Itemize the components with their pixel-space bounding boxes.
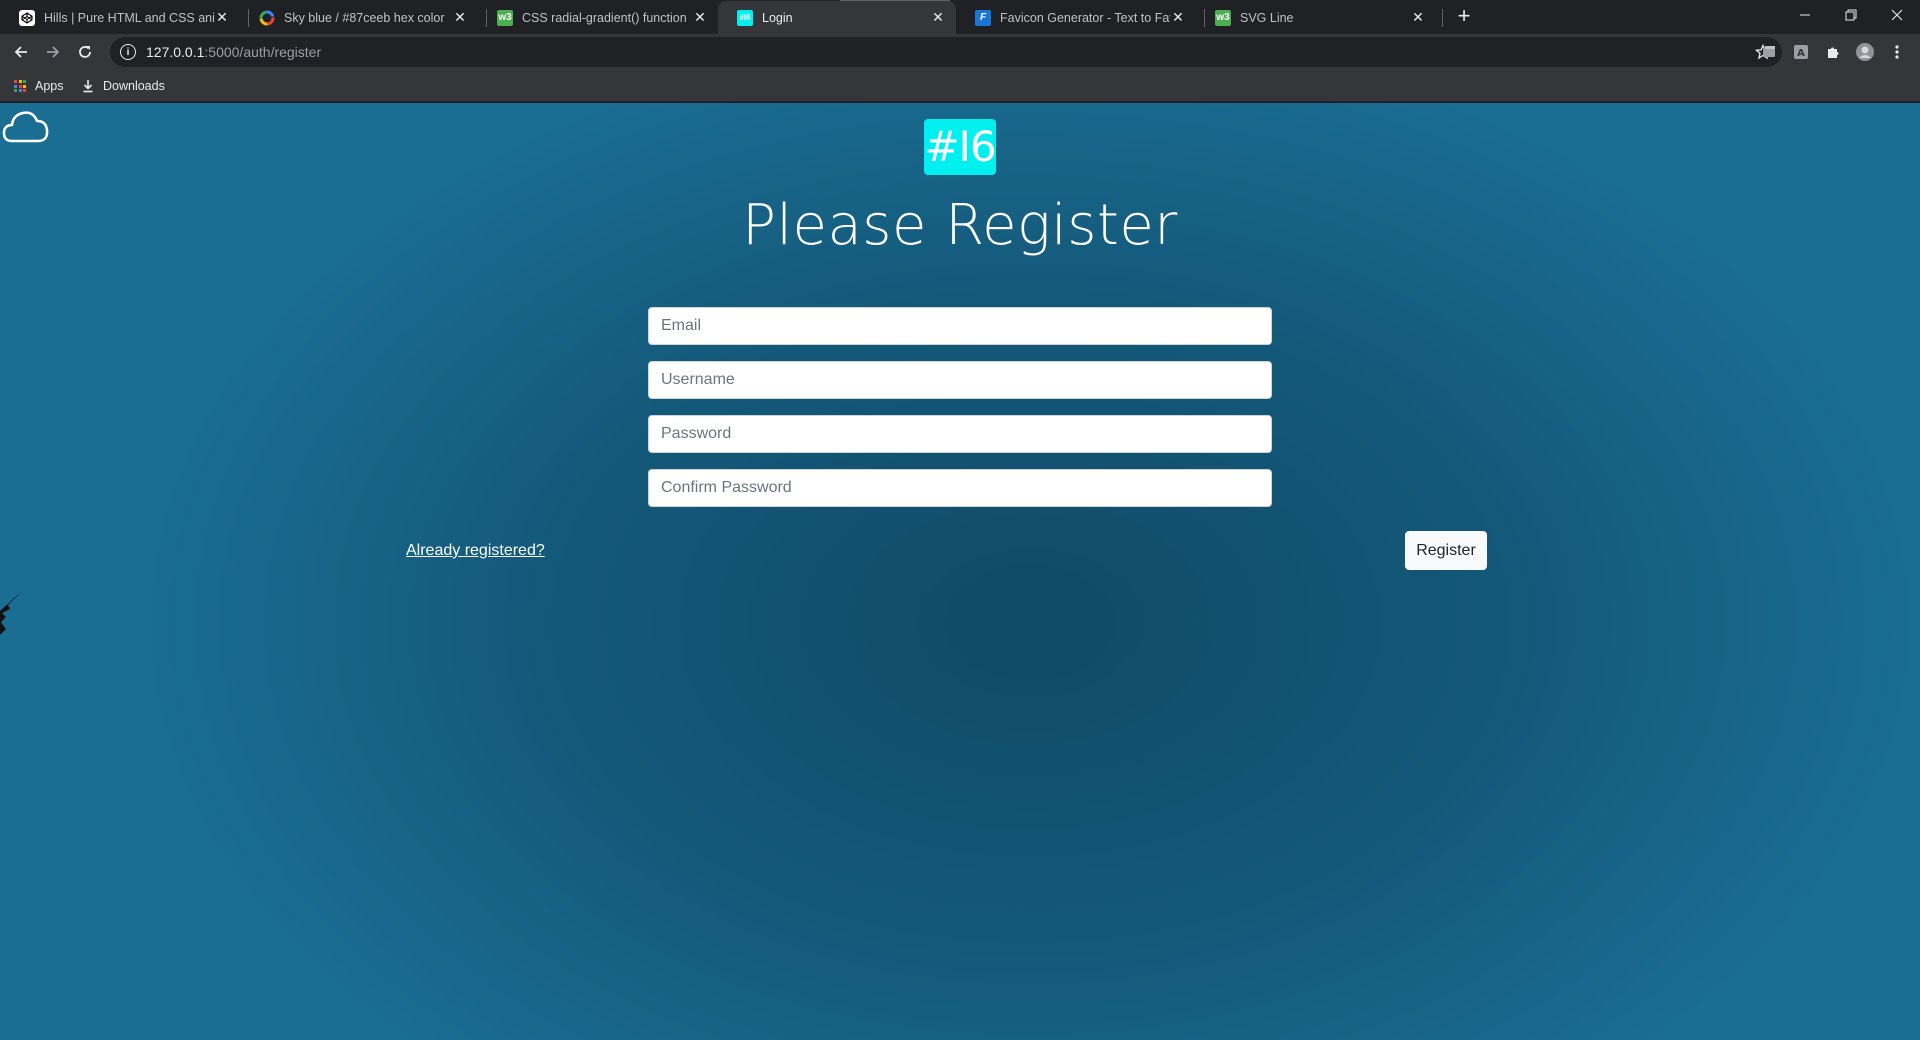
apps-grid-icon <box>14 80 26 92</box>
forward-arrow-icon <box>47 46 60 58</box>
forward-button[interactable] <box>39 38 67 66</box>
close-icon[interactable]: ✕ <box>692 9 708 26</box>
browser-menu-icon[interactable] <box>1886 41 1908 63</box>
cloud-icon <box>2 111 49 143</box>
already-registered-link[interactable]: Already registered? <box>406 542 545 560</box>
tab-separator <box>1442 9 1443 27</box>
tab-title: Login <box>762 10 793 25</box>
tab-title: SVG Line <box>1240 10 1294 25</box>
register-button[interactable]: Register <box>1405 531 1487 570</box>
extensions-puzzle-icon[interactable] <box>1822 41 1844 63</box>
tab-strip: Hills | Pure HTML and CSS anima ✕ Sky bl… <box>0 0 1920 34</box>
page-title: Please Register <box>742 193 1178 258</box>
close-icon[interactable]: ✕ <box>452 9 468 26</box>
reload-button[interactable] <box>71 38 99 66</box>
tab-title: Favicon Generator - Text to Favic <box>1000 10 1170 25</box>
tab-hills[interactable]: Hills | Pure HTML and CSS anima ✕ <box>0 1 240 34</box>
site-favicon: #I6 <box>737 9 753 26</box>
tab-favicon-generator[interactable]: F Favicon Generator - Text to Favic ✕ <box>956 1 1196 34</box>
bookmark-apps[interactable]: Apps <box>14 76 64 96</box>
bookmark-label: Apps <box>35 79 64 93</box>
colorhexa-icon <box>259 10 275 26</box>
browser-toolbar: i 127.0.0.1:5000/auth/register A <box>0 34 1920 70</box>
close-icon[interactable]: ✕ <box>930 9 946 26</box>
extension-translate-icon[interactable]: A <box>1790 41 1812 63</box>
tab-svg-line[interactable]: w3 SVG Line ✕ <box>1196 1 1436 34</box>
confirm-password-field[interactable] <box>648 469 1272 507</box>
minimize-icon <box>1800 14 1810 16</box>
w3schools-icon: w3 <box>1215 9 1231 26</box>
bookmark-downloads[interactable]: Downloads <box>82 76 165 96</box>
url-path: :5000/auth/register <box>204 44 322 60</box>
tab-title: Hills | Pure HTML and CSS anima <box>44 10 214 25</box>
close-icon[interactable]: ✕ <box>1410 9 1426 26</box>
tab-title: CSS radial-gradient() function <box>522 10 687 25</box>
extension-cast-icon[interactable] <box>1758 41 1780 63</box>
bookmarks-bar: Apps Downloads <box>0 70 1920 102</box>
back-button[interactable] <box>7 38 35 66</box>
tab-title: Sky blue / #87ceeb hex color <box>284 10 445 25</box>
password-field[interactable] <box>648 415 1272 453</box>
username-field[interactable] <box>648 361 1272 399</box>
close-icon <box>1891 9 1903 21</box>
bookmark-label: Downloads <box>103 79 165 93</box>
site-info-icon[interactable]: i <box>120 44 136 60</box>
new-tab-button[interactable]: + <box>1452 5 1476 28</box>
site-logo: #I6 <box>924 119 997 175</box>
tab-radial-gradient[interactable]: w3 CSS radial-gradient() function ✕ <box>478 1 718 34</box>
close-icon[interactable]: ✕ <box>1170 9 1186 26</box>
favicon-io-icon: F <box>975 9 991 26</box>
w3schools-icon: w3 <box>497 9 513 26</box>
url-host: 127.0.0.1 <box>146 44 205 60</box>
address-bar[interactable]: i 127.0.0.1:5000/auth/register <box>110 37 1782 67</box>
svg-text:A: A <box>1797 48 1805 59</box>
reload-icon <box>79 46 91 58</box>
restore-button[interactable] <box>1828 0 1874 30</box>
register-page: #I6 Please Register Already registered? … <box>0 103 1920 1040</box>
tab-login[interactable]: #I6 Login ✕ <box>718 1 956 34</box>
codepen-icon <box>19 9 35 26</box>
download-icon <box>83 80 93 93</box>
back-arrow-icon <box>14 46 27 58</box>
minimize-button[interactable] <box>1782 0 1828 30</box>
email-field[interactable] <box>648 307 1272 345</box>
tab-sky-blue[interactable]: Sky blue / #87ceeb hex color ✕ <box>240 1 478 34</box>
window-close-button[interactable] <box>1874 0 1920 30</box>
close-icon[interactable]: ✕ <box>214 9 230 26</box>
profile-avatar[interactable] <box>1854 41 1876 63</box>
bird-decoration <box>0 591 22 635</box>
restore-icon <box>1845 9 1857 21</box>
